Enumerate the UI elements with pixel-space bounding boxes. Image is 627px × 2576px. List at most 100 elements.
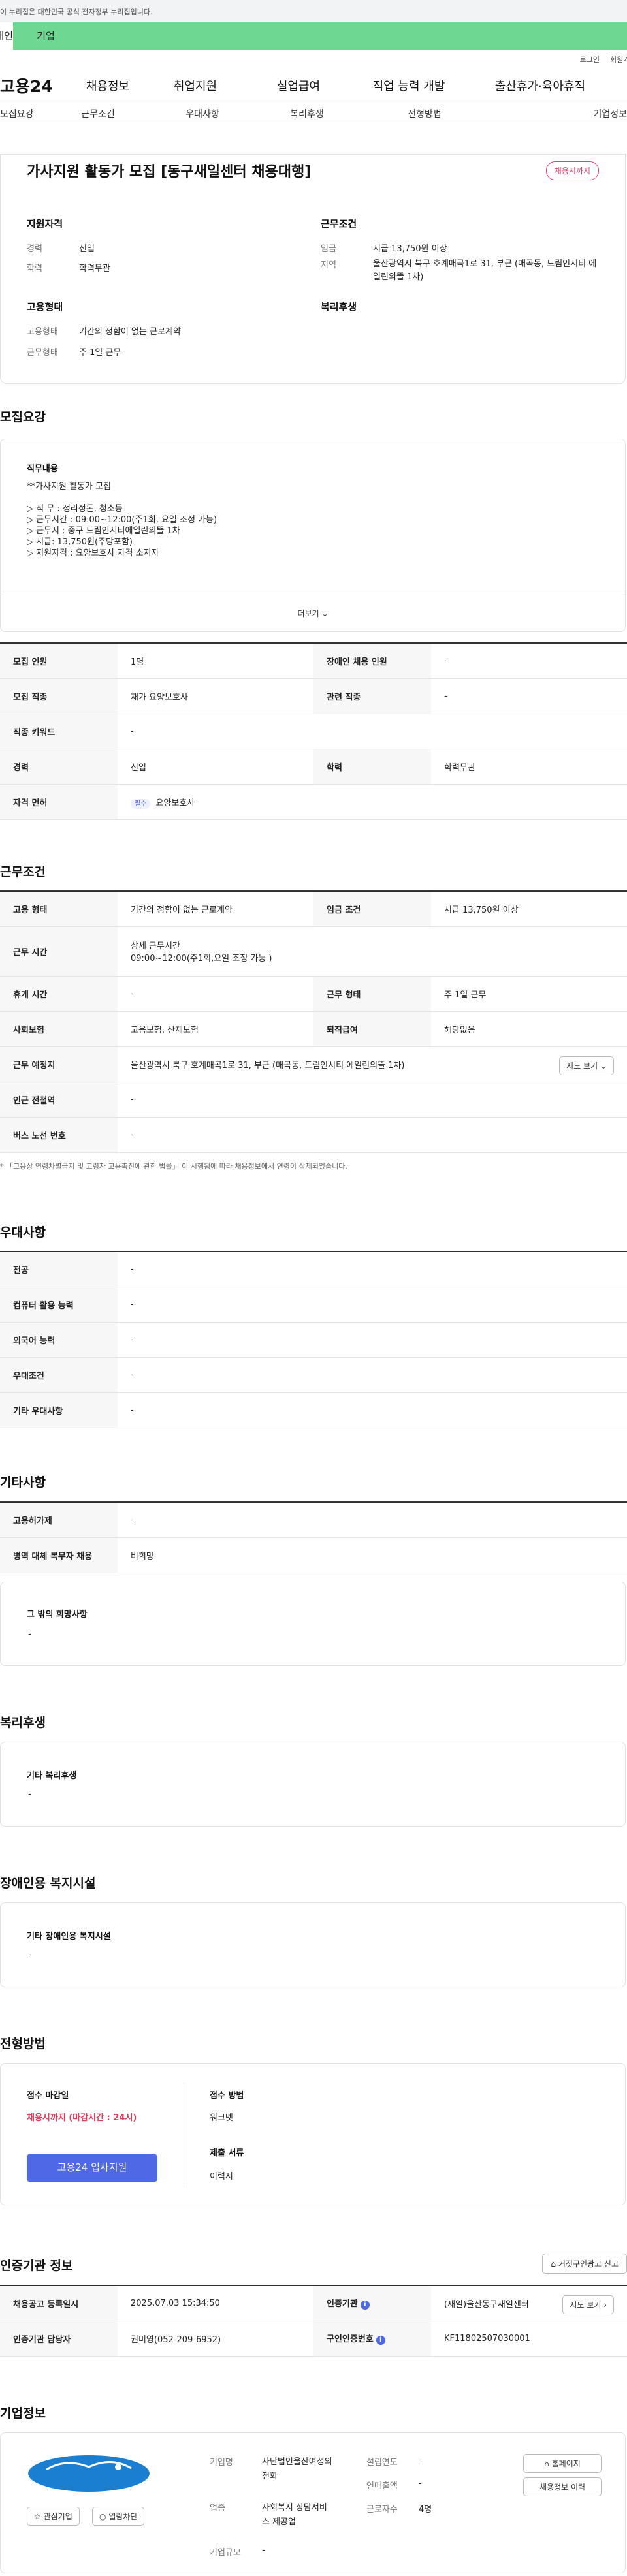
table-row: 고용 형태 기간의 정함이 없는 근로계약 임금 조건 시급 13,750원 이상 bbox=[0, 890, 627, 927]
anchor-pref[interactable]: 우대사항 bbox=[157, 107, 248, 120]
table-row: 인근 전철역 - bbox=[0, 1082, 627, 1118]
table-row: 채용공고 등록일시 2025.07.03 15:34:50 인증기관 i (새일)울산동… bbox=[0, 2285, 627, 2321]
etc-title: 기타사항 bbox=[0, 1475, 46, 1490]
anchor-process[interactable]: 전형방법 bbox=[366, 107, 483, 120]
table-row: 고용허가제 - bbox=[0, 1501, 627, 1538]
disab-box: 기타 장애인용 복지시설 - bbox=[0, 1902, 626, 1987]
map-button[interactable]: 지도 보기 ⌄ bbox=[559, 1056, 614, 1075]
job-desc-title: 직무내용 bbox=[27, 464, 58, 474]
home-icon: ⌂ bbox=[544, 2459, 549, 2468]
welfare-value: - bbox=[28, 1789, 31, 1799]
history-button[interactable]: 채용정보 이력 bbox=[523, 2477, 602, 2496]
area-info: 지역 울산광역시 북구 호계매곡1로 31, 부근 (매곡동, 드림인시티 에일린… bbox=[321, 259, 597, 282]
table-row: 전공 - bbox=[0, 1251, 627, 1287]
cert-org-label: 인증기관 i bbox=[314, 2285, 431, 2321]
table-row: 컴퓨터 활용 능력 - bbox=[0, 1287, 627, 1323]
gov-banner: 이 누리집은 대한민국 공식 전자정부 누리집입니다. bbox=[0, 0, 627, 22]
age-note: * 「고용상 연령차별금지 및 고령자 고용촉진에 관한 법률」 이 시행됨에 … bbox=[0, 1162, 347, 1170]
docs-value: 이력서 bbox=[210, 2172, 233, 2182]
gnb-leave[interactable]: 출산휴가·육아휴직 bbox=[468, 77, 585, 94]
process-title: 전형방법 bbox=[0, 2037, 46, 2051]
gnb-jobs[interactable]: 채용정보 bbox=[72, 77, 144, 94]
work-section-title: 근무조건 bbox=[0, 865, 46, 879]
apply-button[interactable]: 고용24 입사지원 bbox=[27, 2154, 157, 2182]
work-table: 고용 형태 기간의 정함이 없는 근로계약 임금 조건 시급 13,750원 이상 근… bbox=[0, 890, 627, 1153]
more-button[interactable]: 더보기 ⌄ bbox=[1, 595, 625, 631]
cert-map-button[interactable]: 지도 보기 › bbox=[562, 2295, 614, 2314]
info-icon[interactable]: i bbox=[376, 2336, 385, 2345]
tab-personal[interactable]: 개인 bbox=[0, 22, 13, 50]
star-icon: ☆ bbox=[34, 2512, 41, 2521]
company-name: 기업명 사단법인울산여성의전화 bbox=[210, 2457, 332, 2481]
fav-button[interactable]: ☆ 관심기업 bbox=[27, 2507, 80, 2526]
welfare-title: 복리후생 bbox=[0, 1716, 46, 1730]
join-link[interactable]: 회원가입 bbox=[610, 54, 627, 65]
cert-table: 채용공고 등록일시 2025.07.03 15:34:50 인증기관 i (새일)울산동… bbox=[0, 2285, 627, 2357]
job-desc-text: **가사지원 활동가 모집 ▷ 직 무 : 정리정돈, 청소등 ▷ 근무시간 :… bbox=[27, 482, 217, 558]
global-nav: 고용24 채용정보 취업지원 실업급여 직업 능력 개발 출산휴가·육아휴직 bbox=[0, 69, 627, 102]
gnb-training[interactable]: 직업 능력 개발 bbox=[350, 77, 468, 94]
anchor-recruit[interactable]: 모집요강 bbox=[0, 107, 39, 120]
etc-table: 고용허가제 - 병역 대체 복무자 채용 비희망 bbox=[0, 1501, 627, 1573]
company-logo bbox=[28, 2455, 150, 2492]
other-wish-value: - bbox=[28, 1629, 31, 1639]
company-box: ☆ 관심기업 ○ 열람차단 기업명 사단법인울산여성의전화 업종 사회복지 상담서비… bbox=[0, 2432, 626, 2573]
status-badge: 채용시까지 bbox=[545, 161, 599, 180]
pref-title: 우대사항 bbox=[0, 1225, 46, 1240]
table-row: 기타 우대사항 - bbox=[0, 1392, 627, 1428]
table-row: 자격 면허 필수 요양보호사 bbox=[0, 784, 627, 820]
anchor-work[interactable]: 근무조건 bbox=[39, 107, 157, 120]
section-nav: 모집요강 근무조건 우대사항 복리후생 전형방법 기업정보 bbox=[0, 102, 627, 125]
table-row: 인증기관 담당자 권미영(052-209-6952) 구인인증번호 i KF118025… bbox=[0, 2321, 627, 2357]
deadline-label: 접수 마감일 bbox=[27, 2091, 69, 2101]
disab-title: 장애인용 복지시설 bbox=[0, 1876, 96, 1891]
company-biz: 업종 사회복지 상담서비스 제공업 bbox=[210, 2503, 327, 2527]
table-row: 모집 인원 1명 장애인 채용 인원 - bbox=[0, 642, 627, 679]
summary-card: 가사지원 활동가 모집 [동구새일센터 채용대행] 채용시까지 지원자격 경력 신… bbox=[0, 154, 626, 384]
wage-info: 임금 시급 13,750원 이상 bbox=[321, 244, 447, 254]
pref-table: 전공 - 컴퓨터 활용 능력 - 외국어 능력 - 우대조건 - 기타 우대사항 - bbox=[0, 1251, 627, 1428]
anchor-welfare[interactable]: 복리후생 bbox=[248, 107, 366, 120]
tab-company[interactable]: 기업 bbox=[13, 22, 78, 50]
other-wish-box: 그 밖의 희망사항 - bbox=[0, 1582, 626, 1666]
table-row: 병역 대체 복무자 채용 비희망 bbox=[0, 1537, 627, 1573]
company-year: 설립연도 - bbox=[366, 2455, 422, 2468]
work-title: 근무조건 bbox=[321, 218, 357, 230]
logo[interactable]: 고용24 bbox=[0, 74, 72, 97]
emp-title: 고용형태 bbox=[27, 301, 63, 313]
homepage-button[interactable]: ⌂ 홈페이지 bbox=[523, 2454, 602, 2473]
table-row: 우대조건 - bbox=[0, 1357, 627, 1393]
table-row: 직종 키워드 - bbox=[0, 714, 627, 749]
info-icon[interactable]: i bbox=[360, 2301, 370, 2310]
edu-info: 학력 학력무관 bbox=[27, 264, 110, 274]
table-row: 사회보험 고용보험, 산재보험 퇴직급여 해당없음 bbox=[0, 1011, 627, 1047]
company-emp: 근로자수 4명 bbox=[366, 2505, 432, 2515]
user-type-tabs: 개인 기업 bbox=[0, 22, 627, 50]
anchor-company[interactable]: 기업정보 bbox=[483, 107, 627, 120]
welfare-box: 기타 복리후생 - bbox=[0, 1742, 626, 1827]
gov-notice: 이 누리집은 대한민국 공식 전자정부 누리집입니다. bbox=[0, 8, 153, 16]
benefit-title: 복리후생 bbox=[321, 301, 357, 313]
report-button[interactable]: ⌂ 거짓구인광고 신고 bbox=[542, 2254, 627, 2274]
table-row: 모집 직종 재가 요양보호사 관련 직종 - bbox=[0, 678, 627, 714]
qual-title: 지원자격 bbox=[27, 218, 63, 230]
company-size: 기업규모 - bbox=[210, 2545, 265, 2558]
disab-sub: 기타 장애인용 복지시설 bbox=[27, 1932, 111, 1941]
block-button[interactable]: ○ 열람차단 bbox=[92, 2507, 145, 2526]
home-icon: ⌂ bbox=[551, 2259, 556, 2269]
gnb-employment-support[interactable]: 취업지원 bbox=[144, 77, 247, 94]
company-title: 기업정보 bbox=[0, 2406, 46, 2421]
recruit-table: 모집 인원 1명 장애인 채용 인원 - 모집 직종 재가 요양보호사 관련 직종 - 직종… bbox=[0, 642, 627, 820]
cert-title: 인증기관 정보 bbox=[0, 2259, 73, 2273]
table-row: 근무 예정지 울산광역시 북구 호계매곡1로 31, 부근 (매곡동, 드림인시티… bbox=[0, 1046, 627, 1082]
process-box: 접수 마감일 채용시까지 (마감시간 : 24시) 고용24 입사지원 접수 방… bbox=[0, 2063, 626, 2205]
job-title: 가사지원 활동가 모집 [동구새일센터 채용대행] bbox=[27, 164, 312, 180]
table-row: 버스 노선 번호 - bbox=[0, 1117, 627, 1153]
required-badge: 필수 bbox=[131, 798, 151, 809]
welfare-sub: 기타 복리후생 bbox=[27, 1771, 77, 1781]
disab-value: - bbox=[28, 1950, 31, 1960]
emp-info: 고용형태 기간의 정함이 없는 근로계약 bbox=[27, 327, 181, 337]
login-link[interactable]: 로그인 bbox=[580, 54, 600, 65]
gnb-unemployment[interactable]: 실업급여 bbox=[247, 77, 350, 94]
company-sales: 연매출액 - bbox=[366, 2479, 422, 2491]
